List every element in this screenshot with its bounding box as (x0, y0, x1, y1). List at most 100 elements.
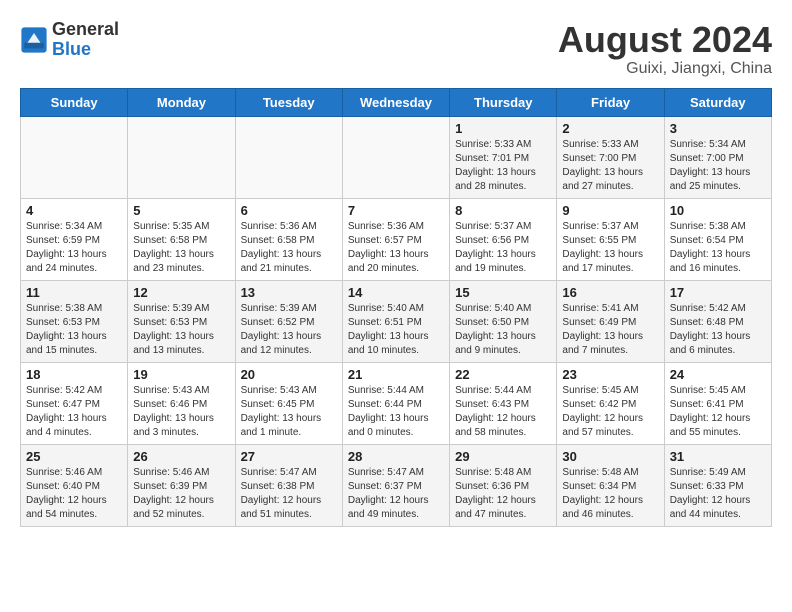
day-info: Sunrise: 5:48 AM Sunset: 6:34 PM Dayligh… (562, 466, 658, 522)
day-info: Sunrise: 5:40 AM Sunset: 6:51 PM Dayligh… (348, 302, 444, 358)
logo: General Blue (20, 20, 119, 60)
day-number: 5 (133, 203, 229, 218)
day-number: 21 (348, 367, 444, 382)
calendar-cell: 12 Sunrise: 5:39 AM Sunset: 6:53 PM Dayli… (128, 280, 235, 362)
day-info: Sunrise: 5:36 AM Sunset: 6:58 PM Dayligh… (241, 220, 337, 276)
calendar-cell: 6 Sunrise: 5:36 AM Sunset: 6:58 PM Daylig… (235, 198, 342, 280)
day-info: Sunrise: 5:40 AM Sunset: 6:50 PM Dayligh… (455, 302, 551, 358)
day-info: Sunrise: 5:39 AM Sunset: 6:53 PM Dayligh… (133, 302, 229, 358)
weekday-header-wednesday: Wednesday (342, 88, 449, 116)
weekday-header-friday: Friday (557, 88, 664, 116)
day-info: Sunrise: 5:46 AM Sunset: 6:40 PM Dayligh… (26, 466, 122, 522)
day-info: Sunrise: 5:48 AM Sunset: 6:36 PM Dayligh… (455, 466, 551, 522)
calendar-cell: 25 Sunrise: 5:46 AM Sunset: 6:40 PM Dayli… (21, 444, 128, 526)
day-info: Sunrise: 5:44 AM Sunset: 6:43 PM Dayligh… (455, 384, 551, 440)
day-number: 10 (670, 203, 766, 218)
calendar-week-row: 1 Sunrise: 5:33 AM Sunset: 7:01 PM Daylig… (21, 116, 772, 198)
calendar-cell: 27 Sunrise: 5:47 AM Sunset: 6:38 PM Dayli… (235, 444, 342, 526)
day-number: 8 (455, 203, 551, 218)
calendar-cell: 14 Sunrise: 5:40 AM Sunset: 6:51 PM Dayli… (342, 280, 449, 362)
logo-line1: General (52, 20, 119, 40)
day-number: 14 (348, 285, 444, 300)
day-number: 16 (562, 285, 658, 300)
day-number: 20 (241, 367, 337, 382)
calendar-cell: 3Sunrise: 5:34 AM Sunset: 7:00 PM Daylig… (664, 116, 771, 198)
calendar-cell: 29 Sunrise: 5:48 AM Sunset: 6:36 PM Dayli… (450, 444, 557, 526)
month-title: August 2024 (558, 20, 772, 60)
day-info: Sunrise: 5:35 AM Sunset: 6:58 PM Dayligh… (133, 220, 229, 276)
day-info: Sunrise: 5:42 AM Sunset: 6:48 PM Dayligh… (670, 302, 766, 358)
day-number: 25 (26, 449, 122, 464)
location-subtitle: Guixi, Jiangxi, China (558, 60, 772, 78)
day-info: Sunrise: 5:44 AM Sunset: 6:44 PM Dayligh… (348, 384, 444, 440)
day-number: 26 (133, 449, 229, 464)
calendar-cell: 17 Sunrise: 5:42 AM Sunset: 6:48 PM Dayli… (664, 280, 771, 362)
calendar-cell: 28Sunrise: 5:47 AM Sunset: 6:37 PM Dayli… (342, 444, 449, 526)
weekday-header-monday: Monday (128, 88, 235, 116)
day-info: Sunrise: 5:36 AM Sunset: 6:57 PM Dayligh… (348, 220, 444, 276)
logo-line2: Blue (52, 40, 119, 60)
weekday-header-tuesday: Tuesday (235, 88, 342, 116)
day-number: 31 (670, 449, 766, 464)
weekday-row: SundayMondayTuesdayWednesdayThursdayFrid… (21, 88, 772, 116)
calendar-cell: 31 Sunrise: 5:49 AM Sunset: 6:33 PM Dayli… (664, 444, 771, 526)
title-area: August 2024 Guixi, Jiangxi, China (558, 20, 772, 78)
day-number: 19 (133, 367, 229, 382)
day-info: Sunrise: 5:41 AM Sunset: 6:49 PM Dayligh… (562, 302, 658, 358)
day-info: Sunrise: 5:45 AM Sunset: 6:42 PM Dayligh… (562, 384, 658, 440)
calendar-header: SundayMondayTuesdayWednesdayThursdayFrid… (21, 88, 772, 116)
day-number: 7 (348, 203, 444, 218)
weekday-header-thursday: Thursday (450, 88, 557, 116)
day-info: Sunrise: 5:37 AM Sunset: 6:55 PM Dayligh… (562, 220, 658, 276)
calendar-cell (128, 116, 235, 198)
day-number: 22 (455, 367, 551, 382)
day-number: 17 (670, 285, 766, 300)
weekday-header-sunday: Sunday (21, 88, 128, 116)
day-number: 6 (241, 203, 337, 218)
calendar-week-row: 4 Sunrise: 5:34 AM Sunset: 6:59 PM Daylig… (21, 198, 772, 280)
calendar-cell (235, 116, 342, 198)
day-info: Sunrise: 5:33 AM Sunset: 7:01 PM Dayligh… (455, 138, 551, 194)
day-info: Sunrise: 5:43 AM Sunset: 6:46 PM Dayligh… (133, 384, 229, 440)
day-number: 12 (133, 285, 229, 300)
calendar-cell: 22 Sunrise: 5:44 AM Sunset: 6:43 PM Dayli… (450, 362, 557, 444)
day-info: Sunrise: 5:38 AM Sunset: 6:54 PM Dayligh… (670, 220, 766, 276)
calendar-week-row: 25 Sunrise: 5:46 AM Sunset: 6:40 PM Dayli… (21, 444, 772, 526)
calendar-cell: 13Sunrise: 5:39 AM Sunset: 6:52 PM Dayli… (235, 280, 342, 362)
day-info: Sunrise: 5:49 AM Sunset: 6:33 PM Dayligh… (670, 466, 766, 522)
day-number: 18 (26, 367, 122, 382)
calendar-cell: 8Sunrise: 5:37 AM Sunset: 6:56 PM Daylig… (450, 198, 557, 280)
day-number: 30 (562, 449, 658, 464)
day-number: 29 (455, 449, 551, 464)
day-number: 24 (670, 367, 766, 382)
calendar-week-row: 11Sunrise: 5:38 AM Sunset: 6:53 PM Dayli… (21, 280, 772, 362)
logo-icon (20, 26, 48, 54)
day-info: Sunrise: 5:34 AM Sunset: 6:59 PM Dayligh… (26, 220, 122, 276)
calendar-cell: 21 Sunrise: 5:44 AM Sunset: 6:44 PM Dayli… (342, 362, 449, 444)
day-number: 4 (26, 203, 122, 218)
calendar-cell: 26Sunrise: 5:46 AM Sunset: 6:39 PM Dayli… (128, 444, 235, 526)
day-number: 27 (241, 449, 337, 464)
day-info: Sunrise: 5:45 AM Sunset: 6:41 PM Dayligh… (670, 384, 766, 440)
day-info: Sunrise: 5:34 AM Sunset: 7:00 PM Dayligh… (670, 138, 766, 194)
page-header: General Blue August 2024 Guixi, Jiangxi,… (20, 20, 772, 78)
day-info: Sunrise: 5:38 AM Sunset: 6:53 PM Dayligh… (26, 302, 122, 358)
weekday-header-saturday: Saturday (664, 88, 771, 116)
day-number: 9 (562, 203, 658, 218)
calendar-cell: 1 Sunrise: 5:33 AM Sunset: 7:01 PM Daylig… (450, 116, 557, 198)
calendar-cell: 15Sunrise: 5:40 AM Sunset: 6:50 PM Dayli… (450, 280, 557, 362)
day-info: Sunrise: 5:33 AM Sunset: 7:00 PM Dayligh… (562, 138, 658, 194)
calendar-cell: 7 Sunrise: 5:36 AM Sunset: 6:57 PM Daylig… (342, 198, 449, 280)
calendar-cell: 20Sunrise: 5:43 AM Sunset: 6:45 PM Dayli… (235, 362, 342, 444)
calendar-cell: 18 Sunrise: 5:42 AM Sunset: 6:47 PM Dayli… (21, 362, 128, 444)
day-info: Sunrise: 5:42 AM Sunset: 6:47 PM Dayligh… (26, 384, 122, 440)
day-info: Sunrise: 5:39 AM Sunset: 6:52 PM Dayligh… (241, 302, 337, 358)
calendar-cell: 2Sunrise: 5:33 AM Sunset: 7:00 PM Daylig… (557, 116, 664, 198)
day-info: Sunrise: 5:47 AM Sunset: 6:37 PM Dayligh… (348, 466, 444, 522)
calendar-cell (21, 116, 128, 198)
calendar-cell: 5 Sunrise: 5:35 AM Sunset: 6:58 PM Daylig… (128, 198, 235, 280)
day-number: 1 (455, 121, 551, 136)
day-info: Sunrise: 5:47 AM Sunset: 6:38 PM Dayligh… (241, 466, 337, 522)
calendar-cell: 23Sunrise: 5:45 AM Sunset: 6:42 PM Dayli… (557, 362, 664, 444)
calendar-cell: 11Sunrise: 5:38 AM Sunset: 6:53 PM Dayli… (21, 280, 128, 362)
